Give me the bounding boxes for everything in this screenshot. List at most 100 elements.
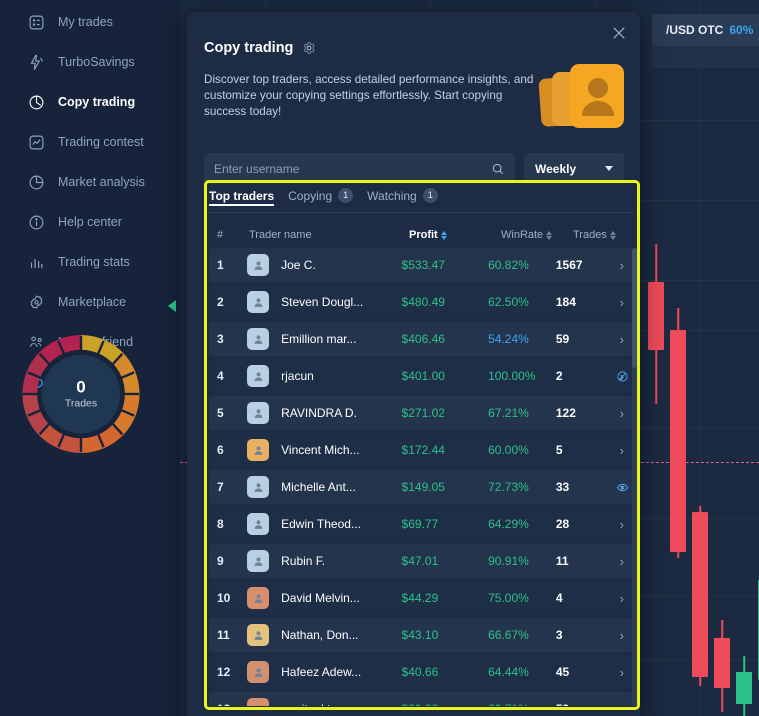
payout-percent: 60% [729, 23, 754, 37]
chevron-right-icon[interactable]: › [620, 517, 624, 532]
row-profit: $406.46 [401, 332, 445, 346]
row-trades: 4 [555, 591, 563, 605]
table-row[interactable]: 10 David Melvin... $44.29 75.00% 4 › [209, 581, 633, 615]
chevron-right-icon[interactable]: › [620, 295, 624, 310]
tab-top-traders[interactable]: Top traders [209, 189, 274, 206]
chevron-right-icon[interactable]: › [620, 702, 624, 707]
avatar [247, 624, 270, 646]
chevron-right-icon[interactable]: › [620, 332, 624, 347]
period-value: Weekly [535, 161, 577, 176]
row-trader-name: Steven Dougl... [281, 295, 364, 309]
row-trader-name: David Melvin... [281, 591, 360, 605]
row-trades: 11 [555, 554, 569, 568]
sort-arrows-icon[interactable] [546, 230, 553, 240]
column-header-trades[interactable]: Trades [573, 229, 633, 241]
avatar [247, 550, 270, 572]
row-trader-name: Hafeez Adew... [281, 665, 362, 679]
table-row[interactable]: 2 Steven Dougl... $480.49 62.50% 184 › [209, 285, 633, 319]
sort-arrows-icon[interactable] [609, 230, 616, 240]
chevron-right-icon[interactable]: › [620, 591, 624, 606]
period-select[interactable]: Weekly [524, 153, 624, 184]
table-scrollbar[interactable] [632, 248, 637, 706]
avatar [247, 587, 270, 609]
gear-icon[interactable] [302, 41, 316, 55]
row-trader-name: Nathan, Don... [281, 628, 359, 642]
chevron-right-icon[interactable]: › [620, 258, 624, 273]
copy-trading-illustration [538, 64, 624, 128]
row-rank: 7 [217, 480, 224, 494]
tab-badge: 1 [338, 188, 354, 203]
table-row[interactable]: 5 RAVINDRA D. $271.02 67.21% 122 › [209, 396, 633, 430]
asset-label: /USD OTC [666, 23, 724, 37]
candle [670, 308, 686, 558]
column-header-profit[interactable]: Profit [409, 229, 501, 241]
chevron-right-icon[interactable]: › [620, 554, 624, 569]
row-trades: 45 [555, 665, 570, 679]
tab-copying[interactable]: Copying 1 [288, 188, 354, 206]
sidebar-item-trading-contest[interactable]: Trading contest [0, 122, 180, 162]
sidebar-item-marketplace[interactable]: Marketplace [0, 282, 180, 322]
search-input[interactable] [214, 161, 491, 176]
row-profit: $172.44 [401, 443, 445, 457]
sort-arrows-icon[interactable] [440, 230, 447, 240]
row-trades: 2 [555, 369, 563, 383]
column-header-trades-label: Trades [573, 229, 607, 241]
chevron-right-icon[interactable]: › [620, 665, 624, 680]
row-winrate: 75.00% [488, 591, 529, 605]
avatar [247, 365, 270, 387]
pie-chart-icon [28, 174, 45, 191]
row-trades: 1567 [555, 258, 583, 272]
table-scrollbar-thumb[interactable] [632, 248, 637, 368]
table-row[interactable]: 8 Edwin Theod... $69.77 64.29% 28 › [209, 507, 633, 541]
avatar [247, 291, 270, 313]
table-row[interactable]: 1 Joe C. $533.47 60.82% 1567 › [209, 248, 633, 282]
tab-label: Watching [367, 188, 417, 203]
row-trades: 122 [555, 406, 576, 420]
trades-count: 0 [76, 377, 86, 397]
sidebar-item-label: TurboSavings [58, 55, 135, 69]
row-trades: 59 [555, 332, 570, 346]
table-row[interactable]: 4 rjacun $401.00 100.00% 2 › [209, 359, 633, 393]
row-winrate: 64.44% [488, 665, 529, 679]
row-rank: 1 [217, 258, 224, 272]
close-icon[interactable] [610, 24, 628, 42]
contest-chart-icon [28, 134, 45, 151]
row-rank: 4 [217, 369, 224, 383]
traders-table-body[interactable]: 1 Joe C. $533.47 60.82% 1567 › 2 Steven Dougl..… [209, 248, 633, 706]
sidebar-item-turbosavings[interactable]: TurboSavings [0, 42, 180, 82]
tab-label: Copying [288, 188, 333, 203]
sidebar-item-trading-stats[interactable]: Trading stats [0, 242, 180, 282]
table-row[interactable]: 6 Vincent Mich... $172.44 60.00% 5 › [209, 433, 633, 467]
avatar [247, 513, 270, 535]
sidebar-item-help-center[interactable]: Help center [0, 202, 180, 242]
table-row[interactable]: 11 Nathan, Don... $43.10 66.67% 3 › [209, 618, 633, 652]
chevron-right-icon[interactable]: › [620, 480, 624, 495]
app-root: /USD OTC 60% My trades TurboSavings Copy… [0, 0, 759, 716]
table-row[interactable]: 12 Hafeez Adew... $40.66 64.44% 45 › [209, 655, 633, 689]
column-header-winrate[interactable]: WinRate [501, 229, 573, 241]
row-profit: $401.00 [401, 369, 445, 383]
asset-selector-bar[interactable]: /USD OTC 60% [652, 14, 759, 46]
sidebar-collapse-arrow[interactable] [168, 300, 176, 312]
row-profit: $271.02 [401, 406, 445, 420]
search-box[interactable] [204, 153, 515, 184]
row-trader-name: rjacun [281, 369, 314, 383]
sidebar-item-copy-trading[interactable]: Copy trading [0, 82, 180, 122]
row-rank: 11 [217, 628, 230, 642]
search-icon[interactable] [491, 162, 505, 176]
sidebar-item-market-analysis[interactable]: Market analysis [0, 162, 180, 202]
table-row[interactable]: 13 amritpal t.$29.2862.71%59 › [209, 692, 633, 706]
table-row[interactable]: 3 Emillion mar... $406.46 54.24% 59 › [209, 322, 633, 356]
chevron-right-icon[interactable]: › [620, 369, 624, 384]
table-row[interactable]: 9 Rubin F. $47.01 90.91% 11 › [209, 544, 633, 578]
tab-watching[interactable]: Watching 1 [367, 188, 438, 206]
row-profit: $29.28 [402, 702, 489, 706]
chevron-right-icon[interactable]: › [620, 628, 624, 643]
row-trader-name: RAVINDRA D. [281, 406, 357, 420]
table-header: # Trader name Profit WinRate Trades [209, 224, 633, 246]
sidebar-item-my-trades[interactable]: My trades [0, 2, 180, 42]
chevron-right-icon[interactable]: › [620, 406, 624, 421]
chevron-right-icon[interactable]: › [620, 443, 624, 458]
row-trader-name: Emillion mar... [281, 332, 357, 346]
table-row[interactable]: 7 Michelle Ant... $149.05 72.73% 33 › [209, 470, 633, 504]
